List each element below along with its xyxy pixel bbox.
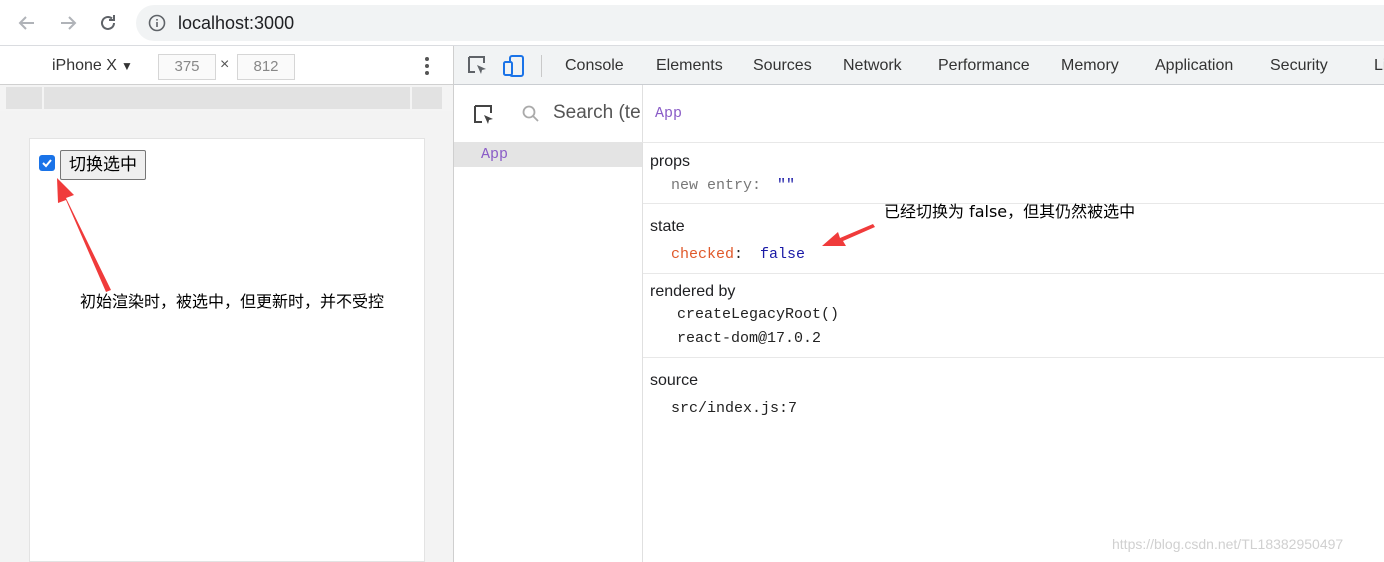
source-heading: source <box>650 372 699 389</box>
ruler-segment[interactable] <box>6 87 42 109</box>
inspect-element-icon[interactable] <box>466 54 490 78</box>
toggle-checked-button[interactable]: 切换选中 <box>60 150 146 180</box>
reload-button[interactable] <box>95 10 121 36</box>
tree-item-app[interactable]: App <box>454 143 642 167</box>
annotation-left: 初始渲染时，被选中，但更新时，并不受控 <box>80 292 385 311</box>
rendered-by-item[interactable]: createLegacyRoot() <box>677 306 839 323</box>
tab-sources[interactable]: Sources <box>753 56 812 76</box>
state-heading: state <box>650 218 685 235</box>
more-options-icon[interactable] <box>420 55 434 77</box>
annotation-right: 已经切换为 false，但其仍然被选中 <box>884 202 1136 221</box>
url-text[interactable]: localhost:3000 <box>178 12 294 34</box>
reload-icon <box>101 15 115 30</box>
section-divider <box>643 142 1384 143</box>
tab-elements[interactable]: Elements <box>656 56 723 76</box>
dimension-separator: × <box>220 56 230 73</box>
toggle-checkbox[interactable] <box>39 155 55 171</box>
rendered-by-heading: rendered by <box>650 283 736 300</box>
tab-lighthouse[interactable]: Li <box>1374 56 1384 76</box>
search-icon <box>522 105 539 122</box>
component-search-bar: Search (te <box>454 85 643 143</box>
component-props-pane: App props new entry: "" state checked : … <box>643 85 1384 562</box>
device-name: iPhone X <box>52 57 117 74</box>
state-key-colon: : <box>734 246 744 263</box>
back-button[interactable] <box>14 10 40 36</box>
ruler-segment[interactable] <box>44 87 410 109</box>
omnibox[interactable]: localhost:3000 <box>136 5 1384 41</box>
section-divider <box>643 273 1384 274</box>
component-search-input[interactable]: Search (te <box>553 102 641 124</box>
selected-component-name: App <box>655 105 683 122</box>
tab-memory[interactable]: Memory <box>1061 56 1119 76</box>
source-location[interactable]: src/index.js:7 <box>671 400 797 417</box>
arrow-right-icon <box>61 16 77 30</box>
rendered-by-item[interactable]: react-dom@17.0.2 <box>677 330 821 347</box>
device-screen <box>29 138 425 562</box>
tab-console[interactable]: Console <box>565 56 624 76</box>
media-query-ruler[interactable] <box>0 85 454 111</box>
components-tree-pane: Search (te App <box>454 85 643 562</box>
devtools-tabbar: Console Elements Sources Network Perform… <box>454 46 1384 85</box>
device-toolbar: iPhone X ▼ 375 × 812 <box>0 46 454 85</box>
height-input[interactable]: 812 <box>237 54 295 80</box>
caret-down-icon: ▼ <box>120 59 133 73</box>
props-heading: props <box>650 153 691 170</box>
browser-toolbar: localhost:3000 <box>0 0 1384 46</box>
toolbar-separator <box>541 55 542 77</box>
device-select[interactable]: iPhone X ▼ <box>52 56 133 76</box>
tree-item-label: App <box>481 146 509 163</box>
checkmark-icon <box>42 159 52 168</box>
prop-new-entry-value[interactable]: "" <box>777 177 795 194</box>
section-divider <box>643 357 1384 358</box>
watermark: https://blog.csdn.net/TL18382950497 <box>1112 536 1344 552</box>
ruler-segment[interactable] <box>412 87 442 109</box>
tab-application[interactable]: Application <box>1155 56 1233 76</box>
select-component-icon[interactable] <box>472 103 496 127</box>
forward-button[interactable] <box>55 10 81 36</box>
tab-security[interactable]: Security <box>1270 56 1328 76</box>
tab-network[interactable]: Network <box>843 56 902 76</box>
prop-new-entry-key[interactable]: new entry: <box>671 177 761 194</box>
info-icon[interactable] <box>148 14 166 32</box>
state-checked-key[interactable]: checked <box>671 246 734 263</box>
tab-performance[interactable]: Performance <box>938 56 1030 76</box>
arrow-left-icon <box>18 16 34 30</box>
device-toggle-icon[interactable] <box>502 54 526 78</box>
state-checked-value[interactable]: false <box>760 246 805 263</box>
width-input[interactable]: 375 <box>158 54 216 80</box>
